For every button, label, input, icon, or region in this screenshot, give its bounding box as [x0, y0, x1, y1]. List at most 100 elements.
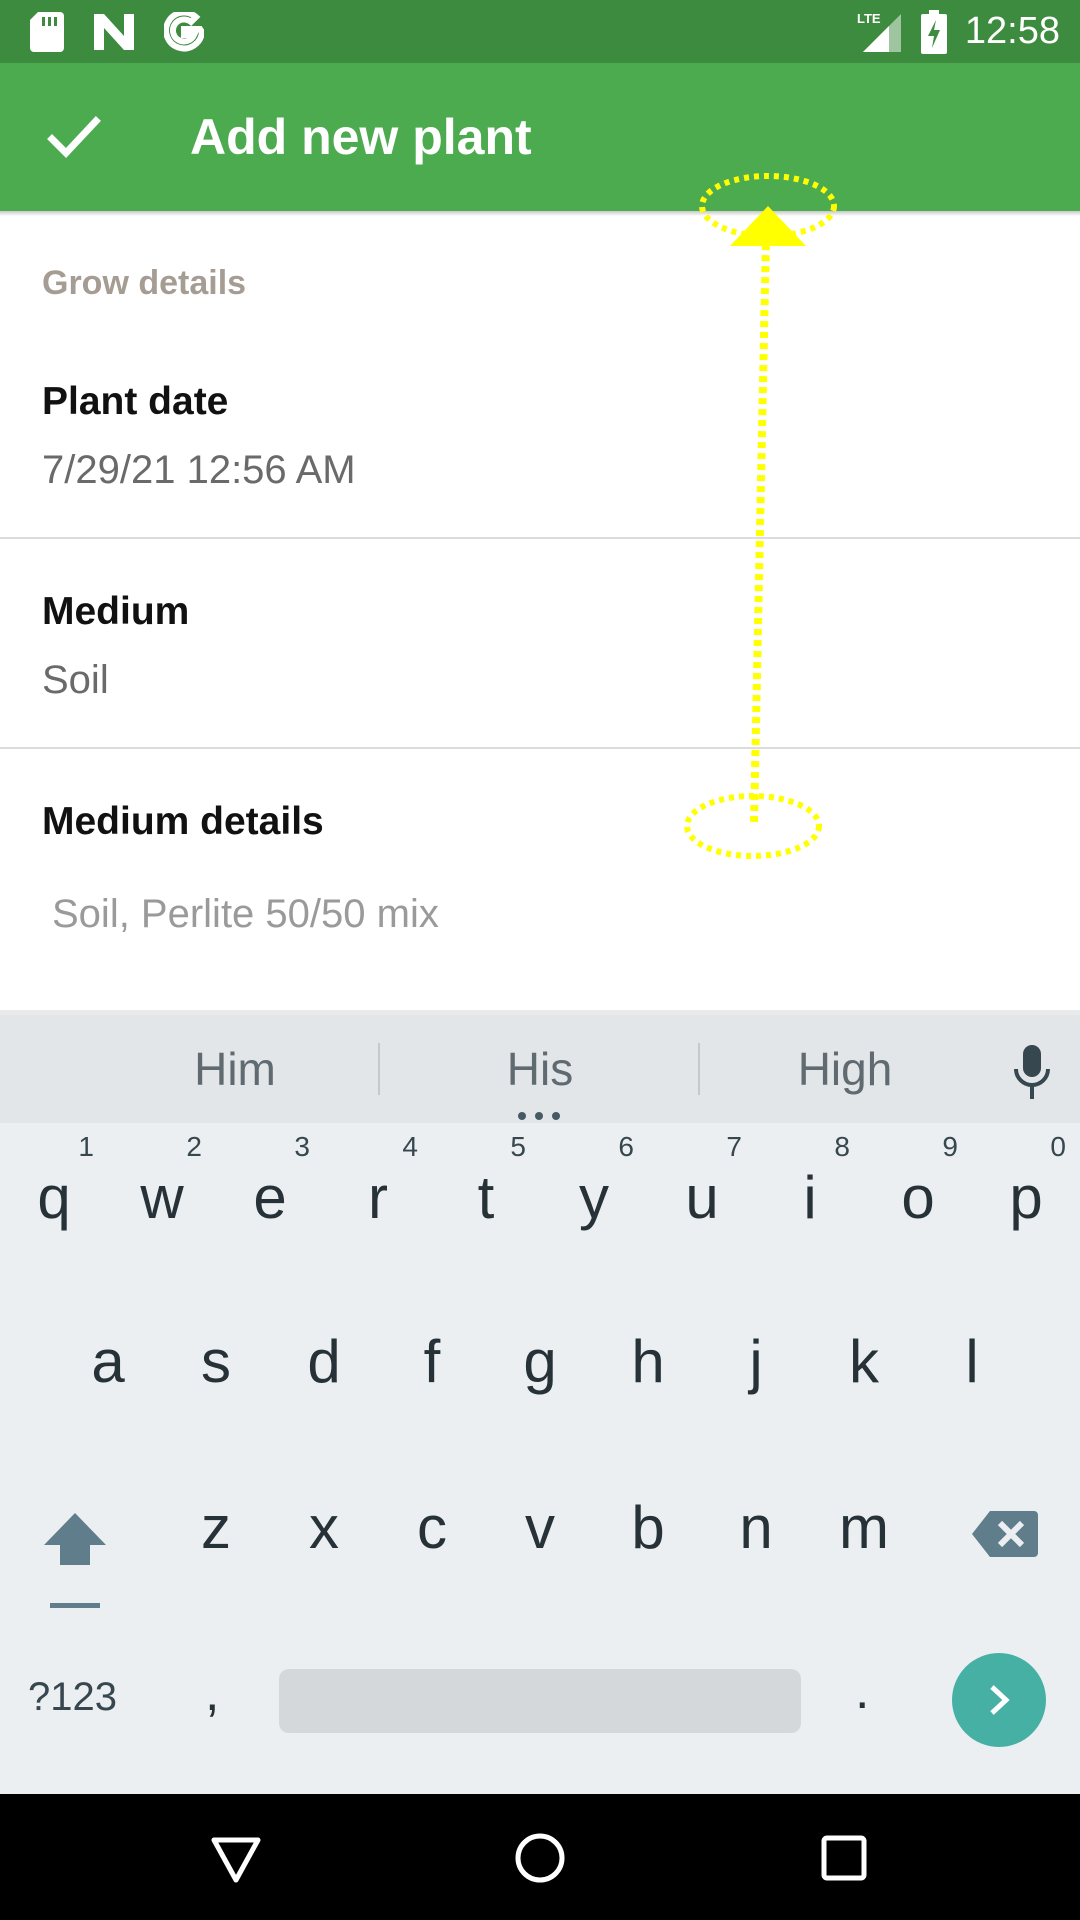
- suggestion-item[interactable]: Him: [90, 1015, 380, 1123]
- key-g[interactable]: g: [486, 1287, 594, 1427]
- key-d[interactable]: d: [270, 1287, 378, 1427]
- shift-icon[interactable]: [42, 1507, 108, 1611]
- key-letter: x: [309, 1494, 339, 1561]
- check-icon[interactable]: [44, 107, 104, 167]
- key-t[interactable]: 5t: [432, 1123, 540, 1263]
- app-bar: Add new plant: [0, 63, 1080, 211]
- keyboard-row-1: 1q2w3e4r5t6y7u8i9o0p: [0, 1123, 1080, 1273]
- n-notification-icon: [94, 14, 134, 50]
- key-letter: a: [91, 1328, 125, 1395]
- home-icon[interactable]: [514, 1832, 566, 1884]
- key-f[interactable]: f: [378, 1287, 486, 1427]
- medium-details-input[interactable]: Soil, Perlite 50/50 mix: [52, 892, 439, 937]
- key-j[interactable]: j: [702, 1287, 810, 1427]
- key-q[interactable]: 1q: [0, 1123, 108, 1263]
- key-y[interactable]: 6y: [540, 1123, 648, 1263]
- app-bar-shadow: [0, 211, 1080, 216]
- recents-icon[interactable]: [820, 1834, 868, 1882]
- key-a[interactable]: a: [54, 1287, 162, 1427]
- key-v[interactable]: v: [486, 1453, 594, 1593]
- key-l[interactable]: l: [918, 1287, 1026, 1427]
- divider: [0, 747, 1080, 749]
- key-letter: y: [579, 1164, 609, 1231]
- key-letter: v: [525, 1494, 555, 1561]
- key-hint-number: 3: [294, 1131, 310, 1162]
- suggestion-strip: Him His High: [0, 1015, 1080, 1123]
- more-suggestions-icon[interactable]: [518, 1112, 560, 1120]
- suggestion-item[interactable]: His: [380, 1015, 700, 1123]
- key-hint-number: 2: [186, 1131, 202, 1162]
- period-key[interactable]: .: [855, 1661, 869, 1721]
- swipe-start-marker: [684, 793, 822, 859]
- key-letter: w: [140, 1164, 184, 1231]
- key-letter: n: [739, 1494, 773, 1561]
- key-m[interactable]: m: [810, 1453, 918, 1593]
- microphone-icon[interactable]: [1012, 1045, 1052, 1101]
- key-n[interactable]: n: [702, 1453, 810, 1593]
- swipe-path: [750, 237, 770, 823]
- key-letter: p: [1009, 1164, 1043, 1231]
- space-bar[interactable]: [279, 1669, 801, 1733]
- status-bar-system: LTE 12:58: [857, 0, 1060, 63]
- key-letter: q: [37, 1164, 71, 1231]
- status-time: 12:58: [964, 10, 1060, 52]
- key-letter: u: [685, 1164, 719, 1231]
- key-e[interactable]: 3e: [216, 1123, 324, 1263]
- key-u[interactable]: 7u: [648, 1123, 756, 1263]
- soft-keyboard: Him His High 1q2w3e4r5t6y7u8i9o0p asdfgh…: [0, 1015, 1080, 1794]
- key-letter: k: [849, 1328, 879, 1395]
- key-hint-number: 8: [834, 1131, 850, 1162]
- key-letter: e: [253, 1164, 287, 1231]
- key-s[interactable]: s: [162, 1287, 270, 1427]
- key-hint-number: 5: [510, 1131, 526, 1162]
- battery-charging-icon: [920, 9, 947, 54]
- medium-value: Soil: [42, 658, 109, 702]
- lte-signal-icon: LTE: [857, 11, 901, 52]
- key-w[interactable]: 2w: [108, 1123, 216, 1263]
- key-letter: z: [201, 1494, 231, 1561]
- keyboard-row-2: a sdf g hjk l: [0, 1287, 1080, 1437]
- plant-date-label: Plant date: [42, 380, 229, 423]
- key-letter: f: [423, 1328, 441, 1395]
- key-letter: c: [417, 1494, 447, 1561]
- key-hint-number: 4: [402, 1131, 418, 1162]
- page-title: Add new plant: [190, 109, 532, 165]
- key-letter: l: [965, 1328, 979, 1395]
- key-i[interactable]: 8i: [756, 1123, 864, 1263]
- sd-card-icon: [30, 12, 64, 52]
- key-hint-number: 7: [726, 1131, 742, 1162]
- symbols-key[interactable]: ?123: [28, 1675, 117, 1720]
- back-icon[interactable]: [210, 1836, 262, 1884]
- key-r[interactable]: 4r: [324, 1123, 432, 1263]
- key-b[interactable]: b: [594, 1453, 702, 1593]
- backspace-icon[interactable]: [972, 1509, 1038, 1559]
- google-g-icon: [164, 12, 204, 52]
- medium-label: Medium: [42, 590, 190, 633]
- key-letter: m: [839, 1494, 889, 1561]
- next-button[interactable]: [952, 1653, 1046, 1747]
- chevron-right-icon: [990, 1685, 1010, 1715]
- key-letter: o: [901, 1164, 935, 1231]
- key-k[interactable]: k: [810, 1287, 918, 1427]
- key-x[interactable]: x: [270, 1453, 378, 1593]
- key-hint-number: 6: [618, 1131, 634, 1162]
- medium-details-label: Medium details: [42, 800, 324, 843]
- key-letter: t: [477, 1164, 495, 1231]
- comma-key[interactable]: ,: [205, 1663, 219, 1723]
- plant-date-value: 7/29/21 12:56 AM: [42, 448, 356, 492]
- status-bar: LTE 12:58: [0, 0, 1080, 63]
- key-letter: h: [631, 1328, 665, 1395]
- key-o[interactable]: 9o: [864, 1123, 972, 1263]
- suggestion-item[interactable]: High: [700, 1015, 990, 1123]
- key-c[interactable]: c: [378, 1453, 486, 1593]
- key-p[interactable]: 0p: [972, 1123, 1080, 1263]
- divider: [0, 537, 1080, 539]
- key-hint-number: 0: [1050, 1131, 1066, 1162]
- svg-text:LTE: LTE: [857, 11, 881, 26]
- key-z[interactable]: z: [162, 1453, 270, 1593]
- key-hint-number: 1: [78, 1131, 94, 1162]
- section-header-grow-details: Grow details: [42, 264, 247, 302]
- key-h[interactable]: h: [594, 1287, 702, 1427]
- key-letter: s: [201, 1328, 231, 1395]
- key-letter: g: [523, 1328, 557, 1395]
